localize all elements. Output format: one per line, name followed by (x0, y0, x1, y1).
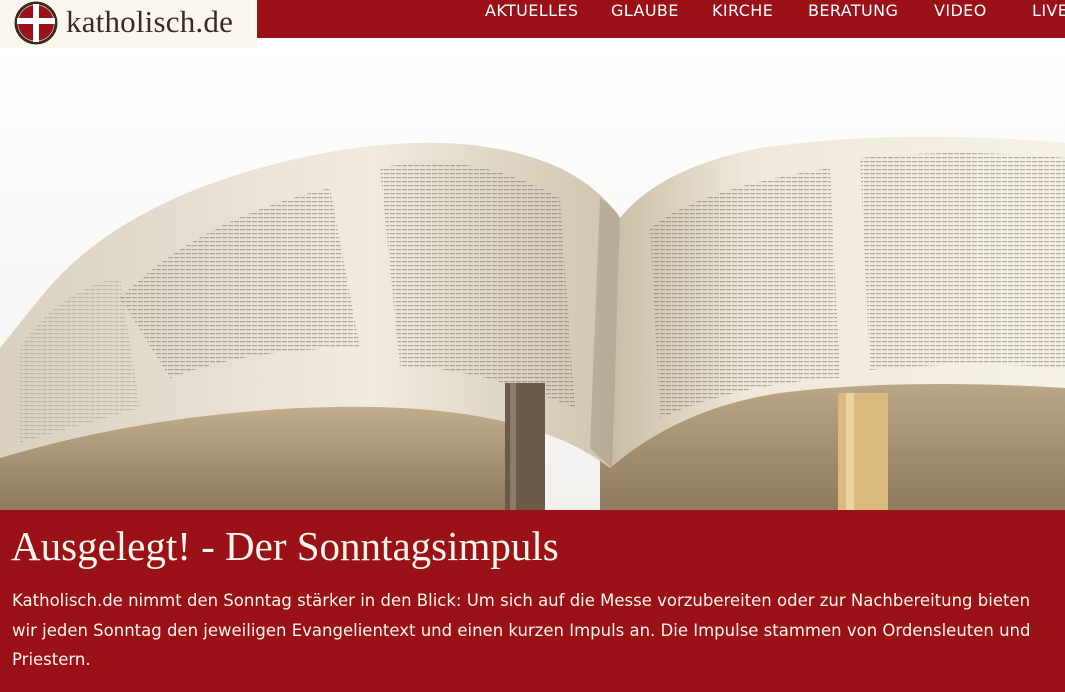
main-nav: AKTUELLES GLAUBE KIRCHE BERATUNG VIDEO L… (0, 0, 1065, 38)
nav-item-aktuelles[interactable]: AKTUELLES (485, 1, 578, 20)
open-bible-illustration (0, 48, 1065, 510)
nav-item-beratung[interactable]: BERATUNG (808, 1, 898, 20)
intro-text: Katholisch.de nimmt den Sonntag stärker … (12, 591, 1031, 669)
page-title: Ausgelegt! - Der Sonntagsimpuls (11, 523, 559, 569)
hero-image (0, 48, 1065, 510)
nav-item-glaube[interactable]: GLAUBE (611, 1, 679, 20)
nav-item-video[interactable]: VIDEO (934, 1, 987, 20)
sonntagsimpuls-section: Ausgelegt! - Der Sonntagsimpuls Katholis… (0, 510, 1065, 692)
nav-item-live[interactable]: LIVE (1032, 1, 1065, 20)
nav-item-kirche[interactable]: KIRCHE (712, 1, 773, 20)
